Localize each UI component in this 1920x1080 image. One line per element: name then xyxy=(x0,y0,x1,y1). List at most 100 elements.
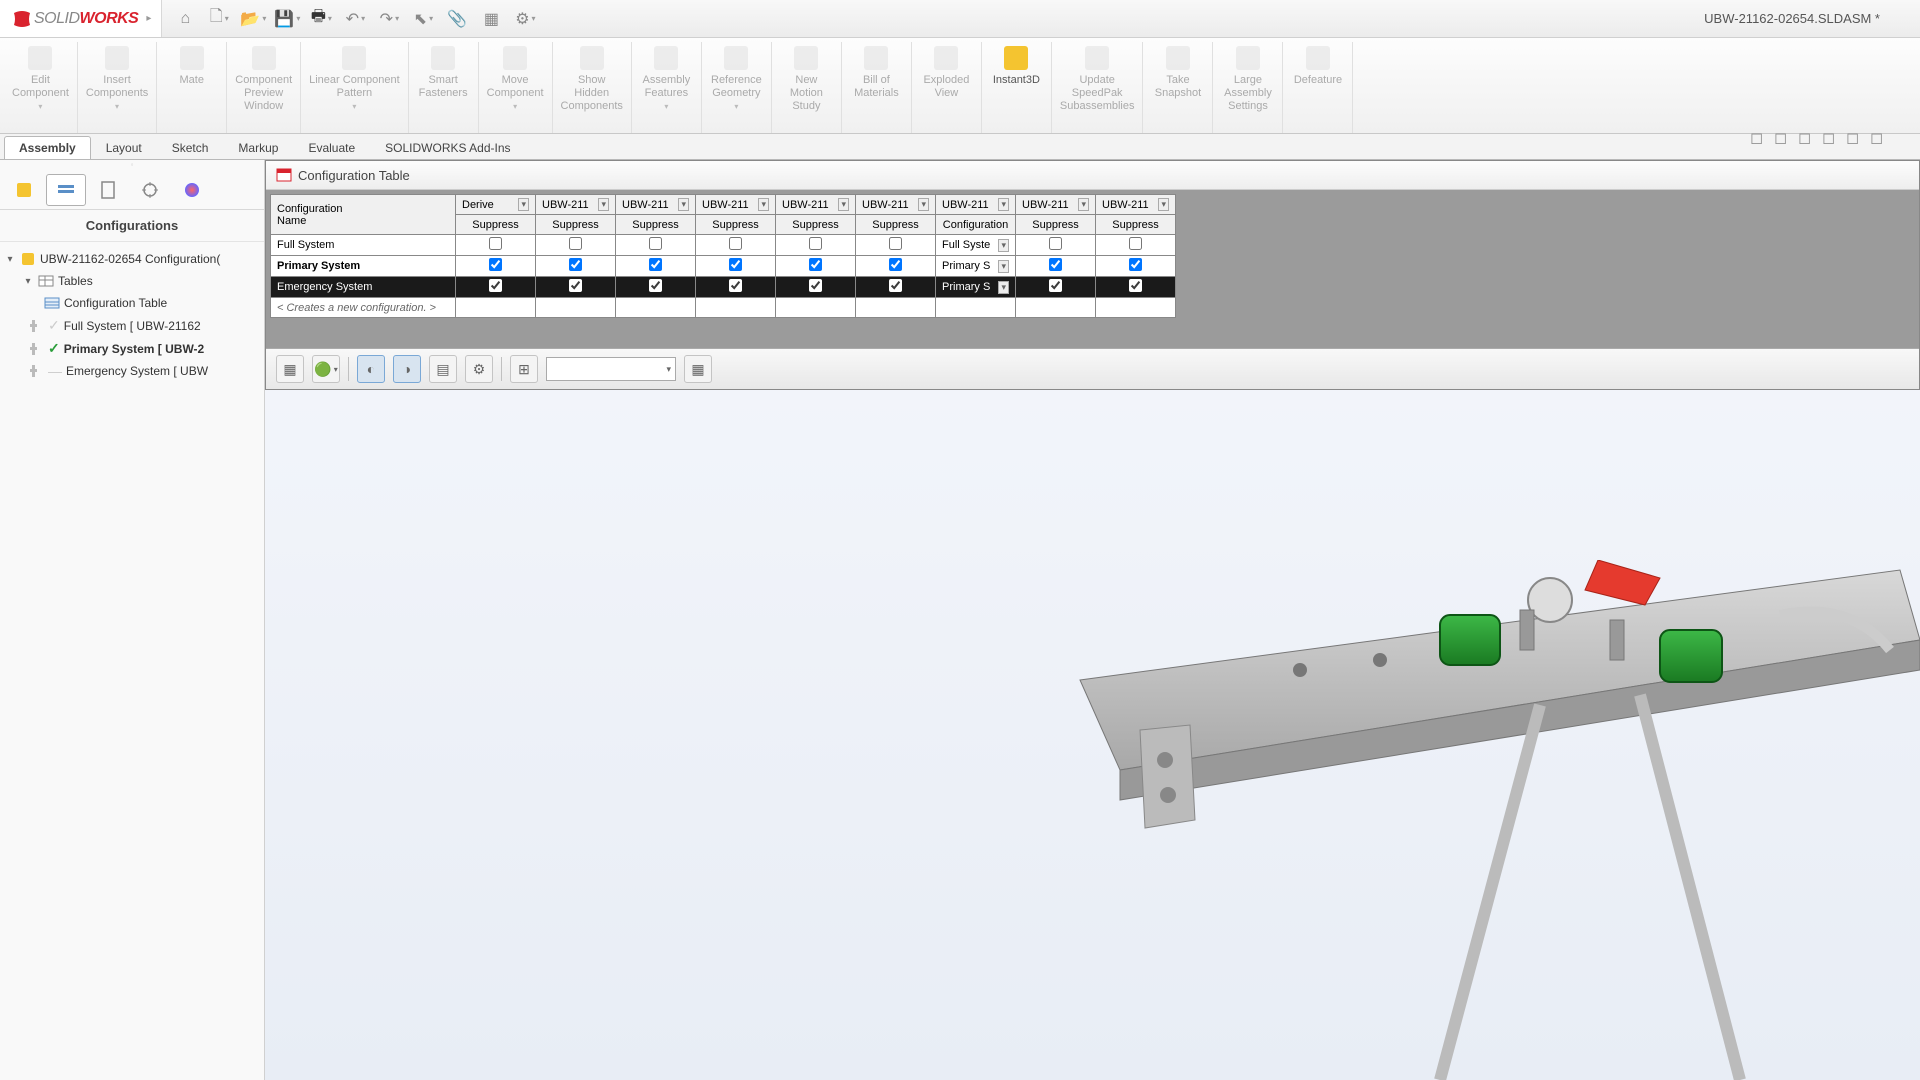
suppress-checkbox[interactable] xyxy=(1129,237,1142,250)
suppress-checkbox[interactable] xyxy=(1129,258,1142,271)
suppress-checkbox[interactable] xyxy=(809,279,822,292)
hud-icon[interactable]: ◻ xyxy=(1798,128,1818,148)
table-btn-7[interactable]: ⊞ xyxy=(510,355,538,383)
ribbon-reference[interactable]: Reference Geometry xyxy=(702,42,772,133)
rebuild-icon[interactable]: ▦ xyxy=(476,4,506,34)
tree-root-label: UBW-21162-02654 Configuration( xyxy=(40,252,220,266)
hud-icon[interactable]: ◻ xyxy=(1822,128,1842,148)
tree-config-emergency[interactable]: —Emergency System [ UBW xyxy=(4,360,260,382)
new-icon[interactable]: 🗋 xyxy=(204,4,234,34)
model-view xyxy=(1020,560,1920,1080)
suppress-checkbox[interactable] xyxy=(729,279,742,292)
hud-icon[interactable]: ◻ xyxy=(1774,128,1794,148)
suppress-checkbox[interactable] xyxy=(649,279,662,292)
tab-evaluate[interactable]: Evaluate xyxy=(293,136,370,159)
configuration-table-title: Configuration Table xyxy=(298,168,410,183)
suppress-checkbox[interactable] xyxy=(489,258,502,271)
ribbon-show[interactable]: Show Hidden Components xyxy=(553,42,632,133)
suppress-checkbox[interactable] xyxy=(889,237,902,250)
suppress-checkbox[interactable] xyxy=(569,258,582,271)
suppress-checkbox[interactable] xyxy=(729,258,742,271)
heads-up-toolbar: ◻ ◻ ◻ ◻ ◻ ◻ xyxy=(1750,128,1890,148)
select-icon[interactable]: ⬉ xyxy=(408,4,438,34)
table-icon xyxy=(276,167,292,183)
graphics-area[interactable]: Configuration Table Configuration NameDe… xyxy=(265,160,1920,1080)
suppress-checkbox[interactable] xyxy=(649,237,662,250)
ribbon-smart[interactable]: Smart Fasteners xyxy=(409,42,479,133)
app-logo: SOLIDWORKS ▸ xyxy=(0,0,162,37)
tree-root[interactable]: ▾ UBW-21162-02654 Configuration( xyxy=(4,248,260,270)
ribbon-mate[interactable]: Mate xyxy=(157,42,227,133)
suppress-checkbox[interactable] xyxy=(569,279,582,292)
suppress-checkbox[interactable] xyxy=(809,258,822,271)
tree-tables-label: Tables xyxy=(58,274,93,288)
table-settings-icon[interactable]: ⚙ xyxy=(465,355,493,383)
ribbon-large[interactable]: Large Assembly Settings xyxy=(1213,42,1283,133)
command-tabs: AssemblyLayoutSketchMarkupEvaluateSOLIDW… xyxy=(0,134,1920,160)
quick-access-toolbar: ⌂ 🗋 📂 💾 🖶 ↶ ↷ ⬉ 📎 ▦ ⚙ xyxy=(162,4,540,34)
suppress-checkbox[interactable] xyxy=(569,237,582,250)
tab-sketch[interactable]: Sketch xyxy=(157,136,224,159)
table-btn-5[interactable]: ▤ xyxy=(429,355,457,383)
ribbon-linear-component[interactable]: Linear Component Pattern xyxy=(301,42,409,133)
table-btn-4[interactable]: ◑ xyxy=(393,355,421,383)
redo-icon[interactable]: ↷ xyxy=(374,4,404,34)
tab-markup[interactable]: Markup xyxy=(223,136,293,159)
configuration-table[interactable]: Configuration NameDeriveUBW-211UBW-211UB… xyxy=(270,194,1176,318)
suppress-checkbox[interactable] xyxy=(809,237,822,250)
hud-icon[interactable]: ◻ xyxy=(1846,128,1866,148)
table-filter-combo[interactable] xyxy=(546,357,676,381)
suppress-checkbox[interactable] xyxy=(489,279,502,292)
tree-cfgtable[interactable]: Configuration Table xyxy=(4,292,260,314)
table-btn-8[interactable]: ▦ xyxy=(684,355,712,383)
suppress-checkbox[interactable] xyxy=(1049,279,1062,292)
ribbon-bill-of[interactable]: Bill of Materials xyxy=(842,42,912,133)
settings-icon[interactable]: ⚙ xyxy=(510,4,540,34)
ribbon-component[interactable]: Component Preview Window xyxy=(227,42,301,133)
suppress-checkbox[interactable] xyxy=(649,258,662,271)
open-icon[interactable]: 📂 xyxy=(238,4,268,34)
manager-tab-feature[interactable] xyxy=(4,174,44,206)
manager-tab-display[interactable] xyxy=(130,174,170,206)
ribbon-defeature[interactable]: Defeature xyxy=(1283,42,1353,133)
suppress-checkbox[interactable] xyxy=(1129,279,1142,292)
ribbon-new[interactable]: New Motion Study xyxy=(772,42,842,133)
tree-tables[interactable]: ▾ Tables xyxy=(4,270,260,292)
ribbon-move[interactable]: Move Component xyxy=(479,42,553,133)
suppress-checkbox[interactable] xyxy=(889,258,902,271)
ribbon-exploded[interactable]: Exploded View xyxy=(912,42,982,133)
home-icon[interactable]: ⌂ xyxy=(170,4,200,34)
feature-manager-panel: ◦ Configurations ▾ UBW-21162-02654 Confi… xyxy=(0,160,265,1080)
table-btn-toggle[interactable]: 🟢▾ xyxy=(312,355,340,383)
ribbon-edit[interactable]: Edit Component xyxy=(4,42,78,133)
manager-tab-configuration[interactable] xyxy=(46,174,86,206)
print-icon[interactable]: 🖶 xyxy=(306,4,336,34)
suppress-checkbox[interactable] xyxy=(489,237,502,250)
ribbon-update[interactable]: Update SpeedPak Subassemblies xyxy=(1052,42,1144,133)
ribbon-instant3d[interactable]: Instant3D xyxy=(982,42,1052,133)
hud-icon[interactable]: ◻ xyxy=(1750,128,1770,148)
manager-tabs xyxy=(0,170,264,210)
tab-assembly[interactable]: Assembly xyxy=(4,136,91,159)
table-btn-3[interactable]: ◐ xyxy=(357,355,385,383)
suppress-checkbox[interactable] xyxy=(1049,237,1062,250)
tree-config-full[interactable]: ✓Full System [ UBW-21162 xyxy=(4,314,260,337)
tab-solidworks-add-ins[interactable]: SOLIDWORKS Add-Ins xyxy=(370,136,525,159)
ribbon-assembly[interactable]: Assembly Features xyxy=(632,42,702,133)
ribbon-take[interactable]: Take Snapshot xyxy=(1143,42,1213,133)
hud-icon[interactable]: ◻ xyxy=(1870,128,1890,148)
ribbon-insert[interactable]: Insert Components xyxy=(78,42,157,133)
suppress-checkbox[interactable] xyxy=(1049,258,1062,271)
manager-tab-appearance[interactable] xyxy=(172,174,212,206)
save-icon[interactable]: 💾 xyxy=(272,4,302,34)
tree-config-primary[interactable]: ✓Primary System [ UBW-2 xyxy=(4,337,260,360)
configuration-tree: ▾ UBW-21162-02654 Configuration( ▾ Table… xyxy=(0,242,264,1080)
tab-layout[interactable]: Layout xyxy=(91,136,157,159)
table-btn-1[interactable]: ▦ xyxy=(276,355,304,383)
pin-icon[interactable]: 📎 xyxy=(442,4,472,34)
manager-tab-property[interactable] xyxy=(88,174,128,206)
suppress-checkbox[interactable] xyxy=(889,279,902,292)
undo-icon[interactable]: ↶ xyxy=(340,4,370,34)
document-title: UBW-21162-02654.SLDASM * xyxy=(1704,11,1880,26)
suppress-checkbox[interactable] xyxy=(729,237,742,250)
